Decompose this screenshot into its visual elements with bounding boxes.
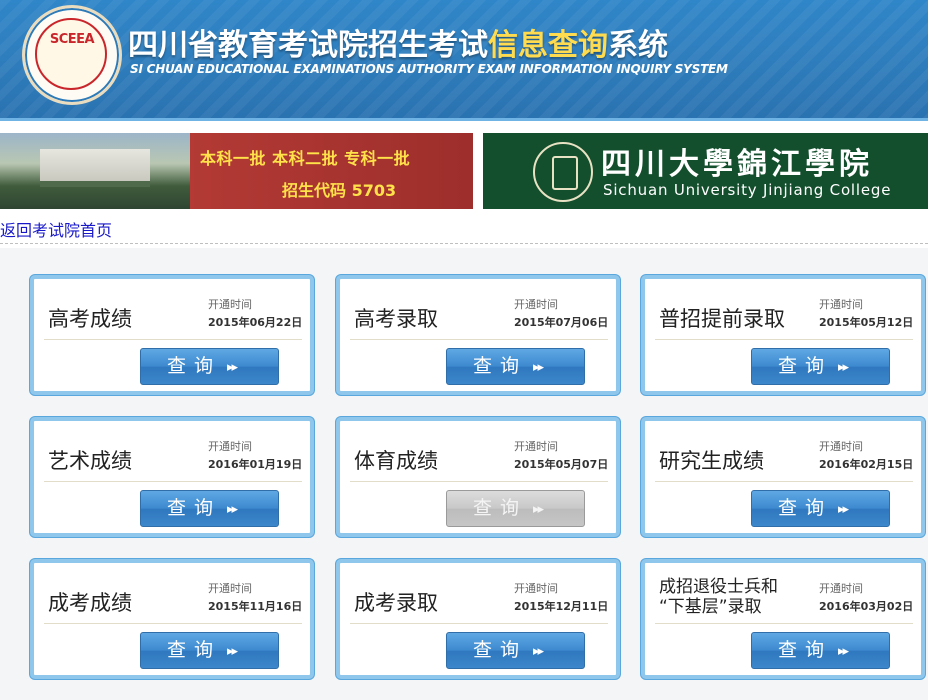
college-seal-icon bbox=[533, 142, 593, 202]
card-title-line1: 成招退役士兵和 bbox=[659, 577, 778, 597]
double-chevron-right-icon: ▸▸ bbox=[533, 644, 544, 659]
query-button-label: 查询 bbox=[473, 639, 528, 661]
query-button-label: 查询 bbox=[778, 355, 833, 377]
query-card: 研究生成绩 开通时间 2016年02月15日查询 ▸▸ bbox=[641, 417, 925, 537]
query-button[interactable]: 查询 ▸▸ bbox=[446, 490, 585, 527]
open-date: 2015年07月06日 bbox=[514, 316, 609, 329]
query-button[interactable]: 查询 ▸▸ bbox=[140, 632, 279, 669]
query-card: 体育成绩 开通时间 2015年05月07日查询 ▸▸ bbox=[336, 417, 620, 537]
title-part3: 系统 bbox=[608, 28, 668, 63]
double-chevron-right-icon: ▸▸ bbox=[838, 360, 849, 375]
query-button[interactable]: 查询 ▸▸ bbox=[446, 632, 585, 669]
double-chevron-right-icon: ▸▸ bbox=[838, 644, 849, 659]
card-divider bbox=[350, 623, 608, 624]
query-button-label: 查询 bbox=[167, 639, 222, 661]
open-time-label: 开通时间 bbox=[514, 582, 558, 595]
query-card: 成招退役士兵和 “下基层”录取 开通时间 2016年03月02日查询 ▸▸ bbox=[641, 559, 925, 679]
card-divider bbox=[350, 339, 608, 340]
open-date: 2015年05月07日 bbox=[514, 458, 609, 471]
open-time-label: 开通时间 bbox=[208, 582, 252, 595]
card-divider bbox=[350, 481, 608, 482]
card-divider bbox=[655, 623, 913, 624]
open-date: 2016年03月02日 bbox=[819, 600, 914, 613]
open-date: 2016年02月15日 bbox=[819, 458, 914, 471]
query-button-label: 查询 bbox=[778, 639, 833, 661]
query-button-label: 查询 bbox=[778, 497, 833, 519]
site-subtitle: SI CHUAN EDUCATIONAL EXAMINATIONS AUTHOR… bbox=[130, 62, 728, 76]
back-to-home-link[interactable]: 返回考试院首页 bbox=[0, 217, 112, 241]
logo-text: SCEEA bbox=[49, 32, 95, 47]
card-divider bbox=[655, 481, 913, 482]
query-card: 艺术成绩 开通时间 2016年01月19日查询 ▸▸ bbox=[30, 417, 314, 537]
college-banner[interactable]: 四川大學錦江學院 Sichuan University Jinjiang Col… bbox=[483, 133, 928, 209]
open-date: 2015年06月22日 bbox=[208, 316, 303, 329]
query-card: 成考录取 开通时间 2015年12月11日查询 ▸▸ bbox=[336, 559, 620, 679]
college-name-cn: 四川大學錦江學院 bbox=[601, 147, 873, 182]
open-date: 2015年12月11日 bbox=[514, 600, 609, 613]
query-button[interactable]: 查询 ▸▸ bbox=[751, 632, 890, 669]
title-part1: 四川省教育考试院招生考试 bbox=[128, 28, 488, 63]
double-chevron-right-icon: ▸▸ bbox=[227, 360, 238, 375]
campus-building bbox=[40, 149, 150, 187]
double-chevron-right-icon: ▸▸ bbox=[533, 360, 544, 375]
query-button[interactable]: 查询 ▸▸ bbox=[751, 348, 890, 385]
double-chevron-right-icon: ▸▸ bbox=[838, 502, 849, 517]
query-button[interactable]: 查询 ▸▸ bbox=[446, 348, 585, 385]
card-title: 体育成绩 bbox=[354, 449, 438, 473]
query-card: 高考录取 开通时间 2015年07月06日查询 ▸▸ bbox=[336, 275, 620, 395]
query-button-label: 查询 bbox=[473, 355, 528, 377]
open-date: 2015年05月12日 bbox=[819, 316, 914, 329]
open-time-label: 开通时间 bbox=[819, 582, 863, 595]
open-date: 2015年11月16日 bbox=[208, 600, 303, 613]
card-divider bbox=[44, 481, 302, 482]
open-time-label: 开通时间 bbox=[514, 440, 558, 453]
divider bbox=[0, 243, 928, 244]
open-time-label: 开通时间 bbox=[819, 440, 863, 453]
card-divider bbox=[44, 623, 302, 624]
header: SCEEA 四川省教育考试院招生考试信息查询系统 SI CHUAN EDUCAT… bbox=[0, 0, 928, 121]
card-title: 普招提前录取 bbox=[659, 307, 785, 331]
card-divider bbox=[44, 339, 302, 340]
query-button-label: 查询 bbox=[473, 497, 528, 519]
open-time-label: 开通时间 bbox=[514, 298, 558, 311]
query-button[interactable]: 查询 ▸▸ bbox=[140, 490, 279, 527]
card-title: 研究生成绩 bbox=[659, 449, 764, 473]
query-button[interactable]: 查询 ▸▸ bbox=[751, 490, 890, 527]
open-time-label: 开通时间 bbox=[208, 298, 252, 311]
card-divider bbox=[655, 339, 913, 340]
card-title-line2: “下基层”录取 bbox=[659, 597, 762, 617]
card-title: 成考成绩 bbox=[48, 591, 132, 615]
logo-ring bbox=[35, 18, 107, 90]
open-date: 2016年01月19日 bbox=[208, 458, 303, 471]
query-button-label: 查询 bbox=[167, 497, 222, 519]
title-highlight: 信息查询 bbox=[488, 28, 608, 63]
card-title: 成考录取 bbox=[354, 591, 438, 615]
double-chevron-right-icon: ▸▸ bbox=[227, 502, 238, 517]
open-time-label: 开通时间 bbox=[208, 440, 252, 453]
open-time-label: 开通时间 bbox=[819, 298, 863, 311]
double-chevron-right-icon: ▸▸ bbox=[227, 644, 238, 659]
banner-batches: 本科一批 本科二批 专科一批 bbox=[200, 149, 411, 168]
sceea-logo: SCEEA bbox=[22, 5, 122, 105]
query-button[interactable]: 查询 ▸▸ bbox=[140, 348, 279, 385]
card-title: 成招退役士兵和 “下基层”录取 bbox=[659, 577, 778, 617]
card-title: 艺术成绩 bbox=[48, 449, 132, 473]
banner-code: 招生代码 5703 bbox=[282, 181, 397, 200]
card-title: 高考录取 bbox=[354, 307, 438, 331]
double-chevron-right-icon: ▸▸ bbox=[533, 502, 544, 517]
query-button-label: 查询 bbox=[167, 355, 222, 377]
query-card: 成考成绩 开通时间 2015年11月16日查询 ▸▸ bbox=[30, 559, 314, 679]
site-title: 四川省教育考试院招生考试信息查询系统 bbox=[128, 20, 668, 64]
query-card: 普招提前录取 开通时间 2015年05月12日查询 ▸▸ bbox=[641, 275, 925, 395]
college-name-en: Sichuan University Jinjiang College bbox=[603, 181, 892, 199]
admission-banner[interactable]: 本科一批 本科二批 专科一批 招生代码 5703 bbox=[0, 133, 473, 209]
card-title: 高考成绩 bbox=[48, 307, 132, 331]
query-card: 高考成绩 开通时间 2015年06月22日查询 ▸▸ bbox=[30, 275, 314, 395]
